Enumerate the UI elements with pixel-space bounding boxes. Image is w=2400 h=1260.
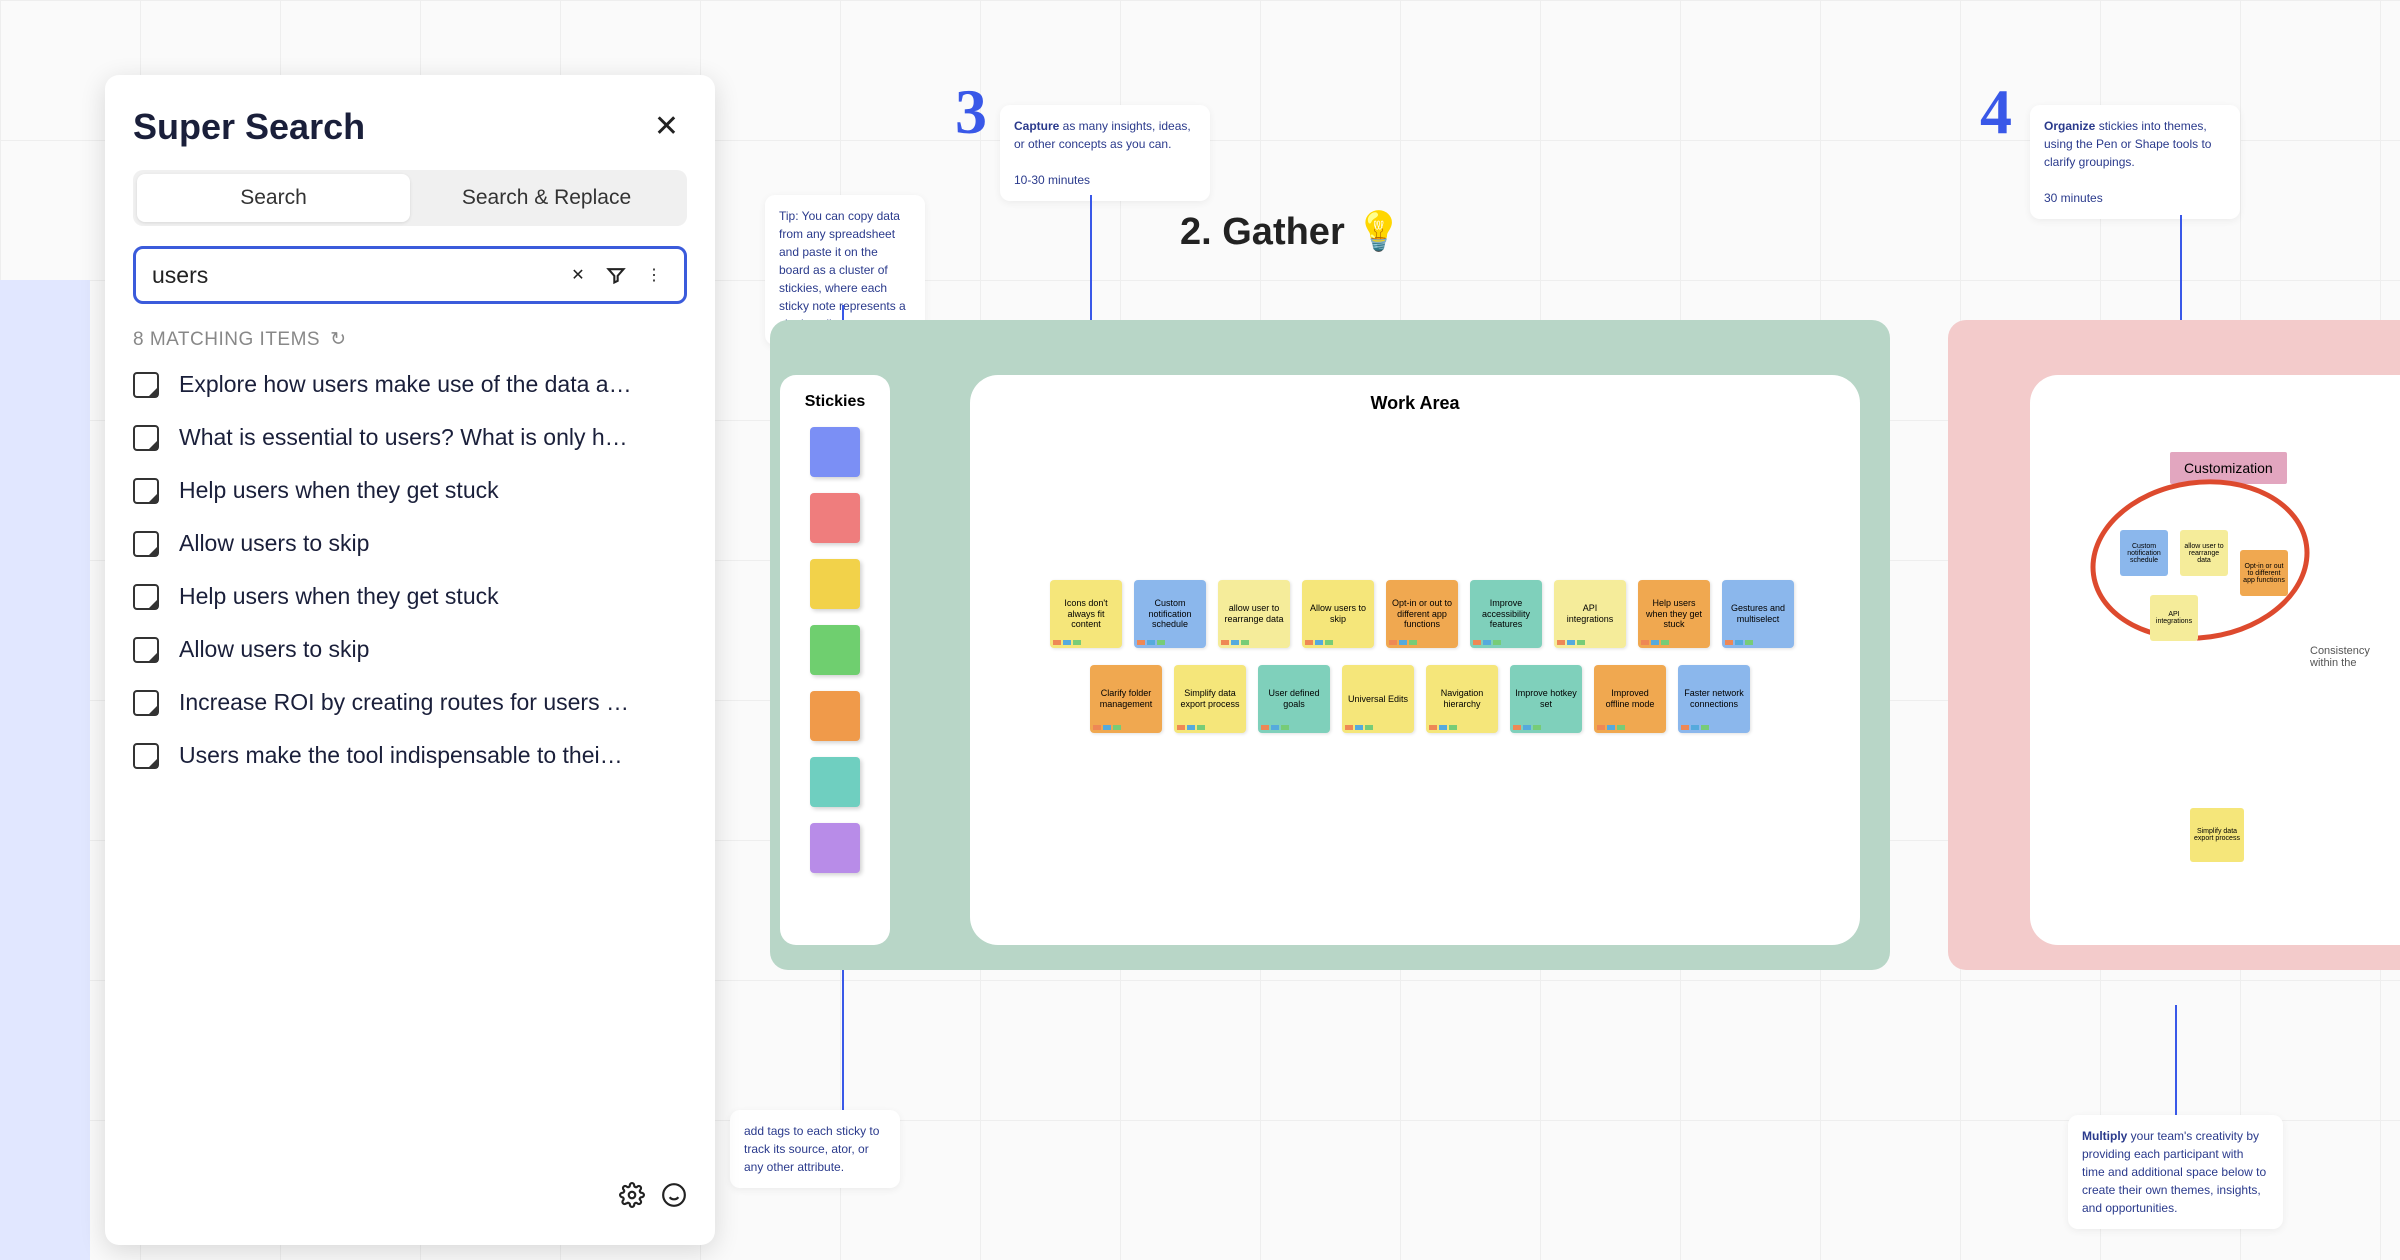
stickies-label: Stickies [805, 393, 865, 411]
result-text: Users make the tool indispensable to the… [179, 742, 623, 769]
result-text: What is essential to users? What is only… [179, 424, 628, 451]
search-result-item[interactable]: Users make the tool indispensable to the… [133, 742, 687, 769]
sticky-icon [133, 743, 159, 769]
step-4-bold: Organize [2044, 119, 2095, 133]
search-result-item[interactable]: Allow users to skip [133, 530, 687, 557]
search-result-item[interactable]: Allow users to skip [133, 636, 687, 663]
sticky-note[interactable]: Improve hotkey set [1510, 665, 1582, 733]
sticky-note[interactable]: Simplify data export process [1174, 665, 1246, 733]
super-search-panel: Super Search ✕ Search Search & Replace ✕… [105, 75, 715, 1245]
search-result-item[interactable]: What is essential to users? What is only… [133, 424, 687, 451]
result-text: Increase ROI by creating routes for user… [179, 689, 629, 716]
sticky-note[interactable]: User defined goals [1258, 665, 1330, 733]
result-text: Allow users to skip [179, 636, 369, 663]
result-text: Help users when they get stuck [179, 477, 499, 504]
stickies-palette: Stickies [780, 375, 890, 945]
filter-icon[interactable] [602, 261, 630, 289]
search-tabs: Search Search & Replace [133, 170, 687, 226]
sticky-note[interactable]: Opt-in or out to different app functions [2240, 550, 2288, 596]
tab-search[interactable]: Search [137, 174, 410, 222]
sticky-note[interactable]: API integrations [2150, 595, 2198, 641]
sticky-icon [133, 637, 159, 663]
step-4-time: 30 minutes [2044, 191, 2103, 205]
sticky-note[interactable]: Allow users to skip [1302, 580, 1374, 648]
result-text: Allow users to skip [179, 530, 369, 557]
sticky-note[interactable]: Improve accessibility features [1470, 580, 1542, 648]
sticky-note[interactable]: allow user to rearrange data [2180, 530, 2228, 576]
sticky-note[interactable]: Improved offline mode [1594, 665, 1666, 733]
gather-title: 2. Gather 💡 [1180, 210, 1403, 254]
sticky-icon [133, 478, 159, 504]
search-input-wrap: ✕ ⋮ [133, 246, 687, 304]
step-3-bold: Capture [1014, 119, 1059, 133]
search-result-item[interactable]: Help users when they get stuck [133, 583, 687, 610]
search-panel-title: Super Search [133, 106, 365, 148]
result-text: Explore how users make use of the data a… [179, 371, 632, 398]
work-area[interactable]: Work Area [970, 375, 1860, 945]
search-result-item[interactable]: Explore how users make use of the data a… [133, 371, 687, 398]
close-icon[interactable]: ✕ [646, 105, 687, 148]
sticky-note[interactable]: Help users when they get stuck [1638, 580, 1710, 648]
palette-swatch[interactable] [810, 691, 860, 741]
sticky-note[interactable]: Gestures and multiselect [1722, 580, 1794, 648]
palette-swatch[interactable] [810, 625, 860, 675]
result-text: Help users when they get stuck [179, 583, 499, 610]
step-3-number: 3 [955, 75, 987, 149]
tip-tags-card: add tags to each sticky to track its sou… [730, 1110, 900, 1188]
clear-icon[interactable]: ✕ [564, 261, 592, 289]
search-results-list: Explore how users make use of the data a… [133, 371, 687, 769]
sticky-icon [133, 531, 159, 557]
sticky-note[interactable]: Simplify data export process [2190, 808, 2244, 862]
multiply-card: Multiply your team's creativity by provi… [2068, 1115, 2283, 1229]
sticky-note[interactable]: allow user to rearrange data [1218, 580, 1290, 648]
step-4-number: 4 [1980, 75, 2012, 149]
consistency-label: Consistency within the [2310, 645, 2400, 669]
refresh-icon[interactable]: ↻ [330, 328, 346, 351]
search-input[interactable] [152, 262, 554, 289]
left-board-edge [0, 280, 90, 1260]
sticky-note[interactable]: Icons don't always fit content [1050, 580, 1122, 648]
sticky-icon [133, 584, 159, 610]
work-area-label: Work Area [970, 375, 1860, 414]
sticky-icon [133, 425, 159, 451]
tab-search-replace[interactable]: Search & Replace [410, 174, 683, 222]
sticky-icon [133, 690, 159, 716]
sticky-note[interactable]: Opt-in or out to different app functions [1386, 580, 1458, 648]
palette-swatch[interactable] [810, 823, 860, 873]
sticky-note[interactable]: Custom notification schedule [1134, 580, 1206, 648]
more-icon[interactable]: ⋮ [640, 261, 668, 289]
sticky-note[interactable]: Clarify folder management [1090, 665, 1162, 733]
match-count: 8 MATCHING ITEMS ↻ [133, 328, 687, 351]
step-3-time: 10-30 minutes [1014, 173, 1090, 187]
sticky-note[interactable]: Faster network connections [1678, 665, 1750, 733]
palette-swatch[interactable] [810, 559, 860, 609]
step-3-card: Capture as many insights, ideas, or othe… [1000, 105, 1210, 201]
settings-icon[interactable] [619, 1182, 645, 1215]
palette-swatch[interactable] [810, 427, 860, 477]
customization-label[interactable]: Customization [2170, 452, 2287, 484]
search-result-item[interactable]: Help users when they get stuck [133, 477, 687, 504]
palette-swatch[interactable] [810, 757, 860, 807]
sticky-note[interactable]: Universal Edits [1342, 665, 1414, 733]
edge-line [842, 950, 844, 1110]
multiply-bold: Multiply [2082, 1129, 2127, 1143]
search-result-item[interactable]: Increase ROI by creating routes for user… [133, 689, 687, 716]
sticky-note[interactable]: API integrations [1554, 580, 1626, 648]
feedback-icon[interactable] [661, 1182, 687, 1215]
palette-swatch[interactable] [810, 493, 860, 543]
sticky-note[interactable]: Custom notification schedule [2120, 530, 2168, 576]
edge-line [2180, 215, 2182, 325]
edge-line [1090, 195, 1092, 325]
sticky-icon [133, 372, 159, 398]
edge-line [2175, 1005, 2177, 1115]
step-4-card: Organize stickies into themes, using the… [2030, 105, 2240, 219]
sticky-note[interactable]: Navigation hierarchy [1426, 665, 1498, 733]
tip-tags-text: add tags to each sticky to track its sou… [744, 1124, 879, 1174]
